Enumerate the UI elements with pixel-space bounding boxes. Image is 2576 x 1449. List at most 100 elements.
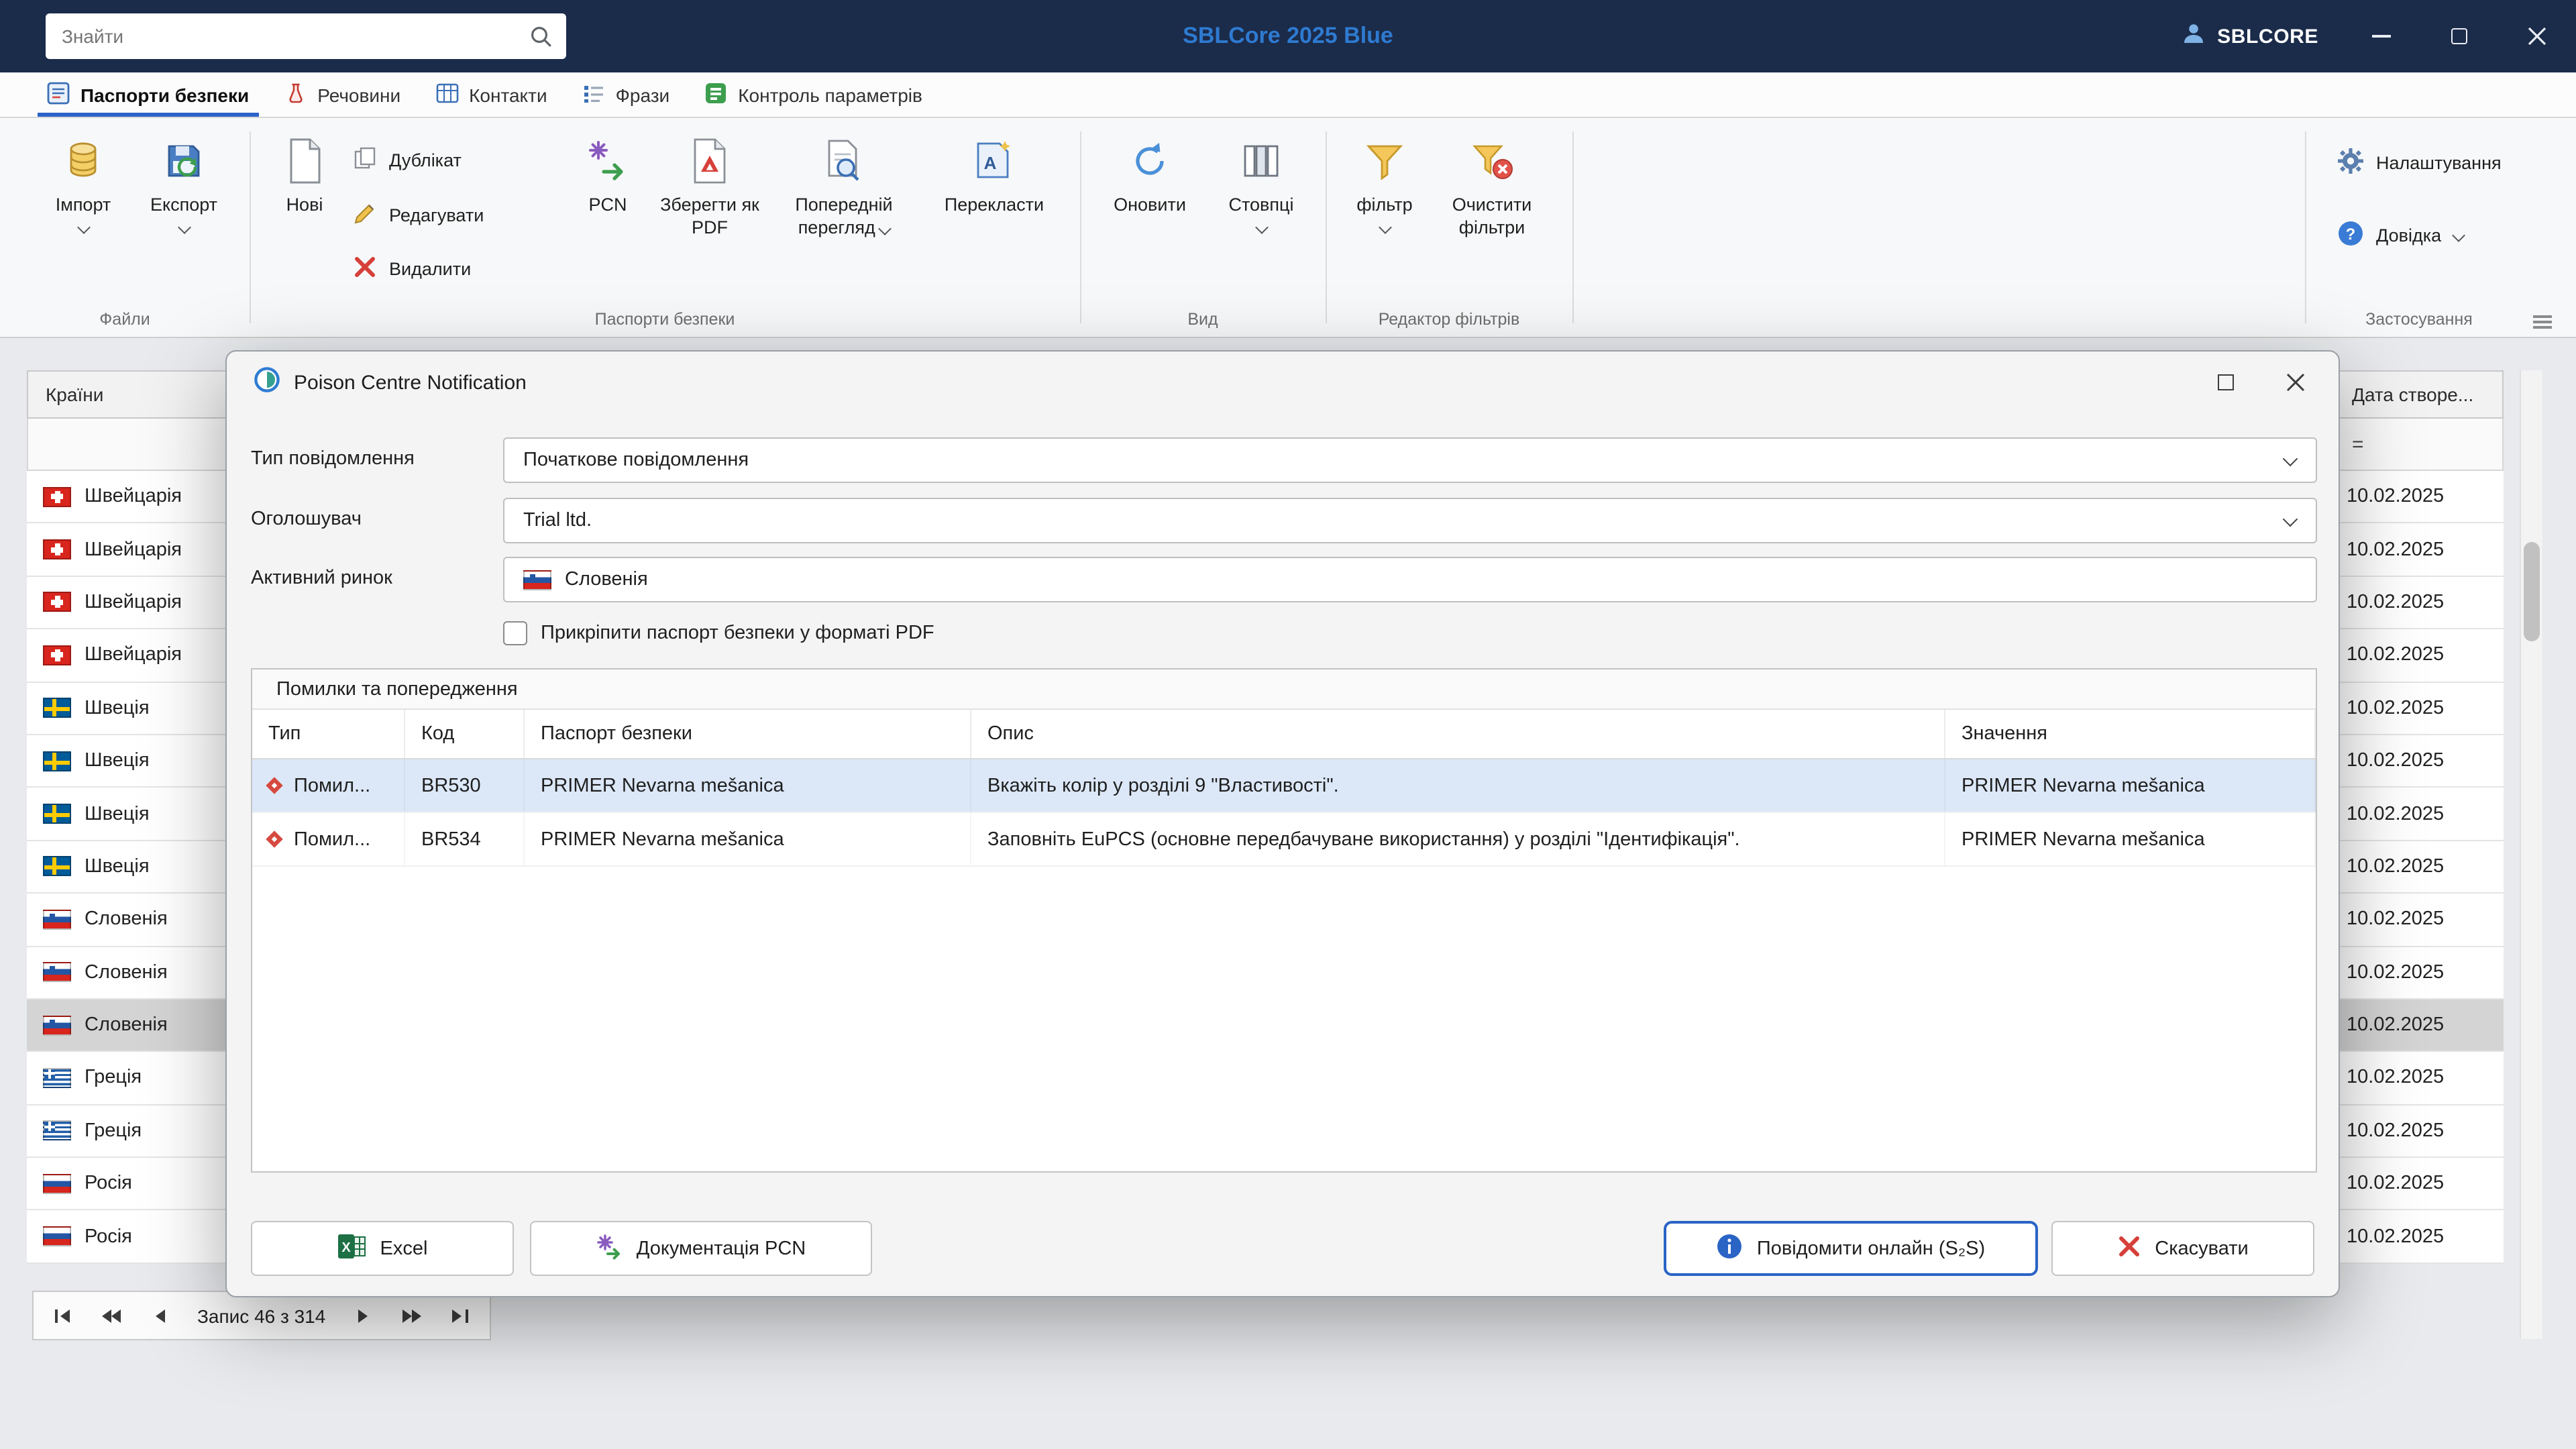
pcn-button[interactable]: PCN bbox=[551, 134, 664, 216]
country-label: Швеція bbox=[85, 750, 150, 772]
minimize-button[interactable] bbox=[2343, 0, 2420, 72]
save-as-pdf-label: Зберегти як PDF bbox=[660, 195, 759, 237]
first-record-button[interactable] bbox=[39, 1296, 87, 1335]
pcn-documentation-button[interactable]: Документація PCN bbox=[530, 1221, 872, 1276]
date-cell[interactable]: 10.02.2025 bbox=[2333, 999, 2504, 1053]
ribbon-tabs: Паспорти безпеки Речовини Контакти Фрази… bbox=[0, 72, 2576, 118]
clear-filters-button[interactable]: Очистити фільтри bbox=[1436, 134, 1548, 239]
chevron-down-icon bbox=[2282, 451, 2298, 467]
close-button[interactable] bbox=[2498, 0, 2576, 72]
scrollbar-thumb[interactable] bbox=[2524, 542, 2540, 641]
export-disk-icon bbox=[161, 134, 207, 188]
new-page-icon bbox=[284, 134, 325, 188]
dialog-maximize-button[interactable] bbox=[2191, 352, 2261, 413]
dates-header[interactable]: Дата створе... bbox=[2333, 370, 2504, 419]
next-page-button[interactable] bbox=[387, 1296, 435, 1335]
date-cell[interactable]: 10.02.2025 bbox=[2333, 894, 2504, 947]
more-options-icon[interactable] bbox=[2533, 321, 2552, 323]
dialog-close-button[interactable] bbox=[2261, 352, 2330, 413]
refresh-button[interactable]: Оновити bbox=[1093, 134, 1206, 216]
settings-button[interactable]: Налаштування bbox=[2337, 148, 2502, 178]
prev-record-button[interactable] bbox=[136, 1296, 184, 1335]
column-header-description[interactable]: Опис bbox=[971, 710, 1945, 758]
dates-filter-cell[interactable]: = bbox=[2333, 419, 2504, 471]
translate-button[interactable]: A Перекласти bbox=[938, 134, 1051, 216]
prev-page-button[interactable] bbox=[87, 1296, 136, 1335]
search-input[interactable] bbox=[62, 25, 529, 47]
notify-online-button[interactable]: Повідомити онлайн (S₂S) bbox=[1664, 1221, 2038, 1276]
column-header-value[interactable]: Значення bbox=[1945, 710, 2316, 758]
sds-tab-icon bbox=[47, 81, 70, 108]
date-cell[interactable]: 10.02.2025 bbox=[2333, 947, 2504, 1000]
next-record-button[interactable] bbox=[339, 1296, 387, 1335]
date-cell[interactable]: 10.02.2025 bbox=[2333, 576, 2504, 630]
error-type-cell: Помил... bbox=[252, 813, 405, 865]
dialog-titlebar: Poison Centre Notification bbox=[227, 352, 2339, 413]
dialog-controls bbox=[2191, 352, 2330, 413]
date-cell[interactable]: 10.02.2025 bbox=[2333, 1158, 2504, 1211]
search-box[interactable] bbox=[46, 13, 566, 59]
date-cell[interactable]: 10.02.2025 bbox=[2333, 735, 2504, 788]
tab-label: Паспорти безпеки bbox=[80, 84, 250, 105]
preview-button[interactable]: Попередній перегляд bbox=[788, 134, 900, 239]
cancel-button[interactable]: Скасувати bbox=[2051, 1221, 2314, 1276]
save-as-pdf-button[interactable]: Зберегти як PDF bbox=[653, 134, 766, 239]
errors-table-header: Тип Код Паспорт безпеки Опис Значення bbox=[252, 710, 2316, 759]
columns-button[interactable]: Стовпці bbox=[1205, 134, 1318, 234]
new-button[interactable]: Нові bbox=[248, 134, 361, 216]
group-label-view: Вид bbox=[1187, 310, 1218, 329]
tab-substances[interactable]: Речовини bbox=[266, 72, 418, 117]
tab-contacts[interactable]: Контакти bbox=[418, 72, 564, 117]
country-label: Греція bbox=[85, 1067, 142, 1089]
group-divider bbox=[1326, 131, 1327, 323]
tab-phrases[interactable]: Фрази bbox=[565, 72, 688, 117]
attach-pdf-checkbox-row[interactable]: Прикріпити паспорт безпеки у форматі PDF bbox=[503, 621, 934, 645]
import-button[interactable]: Імпорт bbox=[27, 134, 140, 234]
flag-si-icon bbox=[43, 1015, 71, 1036]
svg-text:A: A bbox=[984, 153, 997, 173]
last-record-button[interactable] bbox=[435, 1296, 484, 1335]
error-row[interactable]: Помил... BR530 PRIMER Nevarna mešanica Вкаж… bbox=[252, 759, 2316, 813]
delete-button[interactable]: Видалити bbox=[353, 248, 471, 288]
column-header-code[interactable]: Код bbox=[405, 710, 525, 758]
message-type-select[interactable]: Початкове повідомлення bbox=[503, 437, 2317, 483]
checkbox-unchecked-icon[interactable] bbox=[503, 621, 527, 645]
vertical-scrollbar[interactable] bbox=[2520, 370, 2542, 1339]
date-cell[interactable]: 10.02.2025 bbox=[2333, 1210, 2504, 1264]
maximize-button[interactable] bbox=[2420, 0, 2498, 72]
active-market-value: Словенія bbox=[565, 569, 648, 590]
search-icon[interactable] bbox=[529, 24, 553, 48]
export-button[interactable]: Експорт bbox=[127, 134, 240, 234]
date-cell[interactable]: 10.02.2025 bbox=[2333, 788, 2504, 841]
chevron-down-icon bbox=[2282, 511, 2298, 527]
edit-button[interactable]: Редагувати bbox=[353, 195, 484, 235]
date-cell[interactable]: 10.02.2025 bbox=[2333, 471, 2504, 524]
column-header-type[interactable]: Тип bbox=[252, 710, 405, 758]
date-cell[interactable]: 10.02.2025 bbox=[2333, 523, 2504, 577]
country-label: Швеція bbox=[85, 855, 150, 877]
tab-parameter-control[interactable]: Контроль параметрів bbox=[687, 72, 940, 117]
date-cell[interactable]: 10.02.2025 bbox=[2333, 629, 2504, 683]
refresh-icon bbox=[1127, 134, 1173, 188]
cancel-label: Скасувати bbox=[2155, 1238, 2249, 1259]
filter-button[interactable]: фільтр bbox=[1328, 134, 1441, 234]
pcn-documentation-label: Документація PCN bbox=[636, 1238, 806, 1259]
help-button[interactable]: ? Довідка bbox=[2337, 220, 2465, 251]
country-label: Словенія bbox=[85, 908, 168, 930]
error-row[interactable]: Помил... BR534 PRIMER Nevarna mešanica Запо… bbox=[252, 813, 2316, 867]
duplicate-button[interactable]: Дублікат bbox=[353, 140, 462, 180]
active-market-field[interactable]: Словенія bbox=[503, 557, 2317, 602]
date-cell[interactable]: 10.02.2025 bbox=[2333, 1052, 2504, 1106]
account-area[interactable]: SBLCORE bbox=[2180, 0, 2318, 72]
ribbon: Імпорт Експорт Нові Дублікат Редагувати … bbox=[0, 118, 2576, 338]
prev-record-icon bbox=[156, 1309, 165, 1322]
tab-safety-data-sheets[interactable]: Паспорти безпеки bbox=[30, 72, 266, 117]
notifier-select[interactable]: Trial ltd. bbox=[503, 498, 2317, 543]
date-cell[interactable]: 10.02.2025 bbox=[2333, 841, 2504, 894]
excel-button[interactable]: X Excel bbox=[251, 1221, 514, 1276]
date-cell[interactable]: 10.02.2025 bbox=[2333, 682, 2504, 735]
date-cell[interactable]: 10.02.2025 bbox=[2333, 1105, 2504, 1159]
country-label: Швейцарія bbox=[85, 591, 182, 613]
group-label-filter-editor: Редактор фільтрів bbox=[1378, 310, 1520, 329]
column-header-sds[interactable]: Паспорт безпеки bbox=[525, 710, 971, 758]
